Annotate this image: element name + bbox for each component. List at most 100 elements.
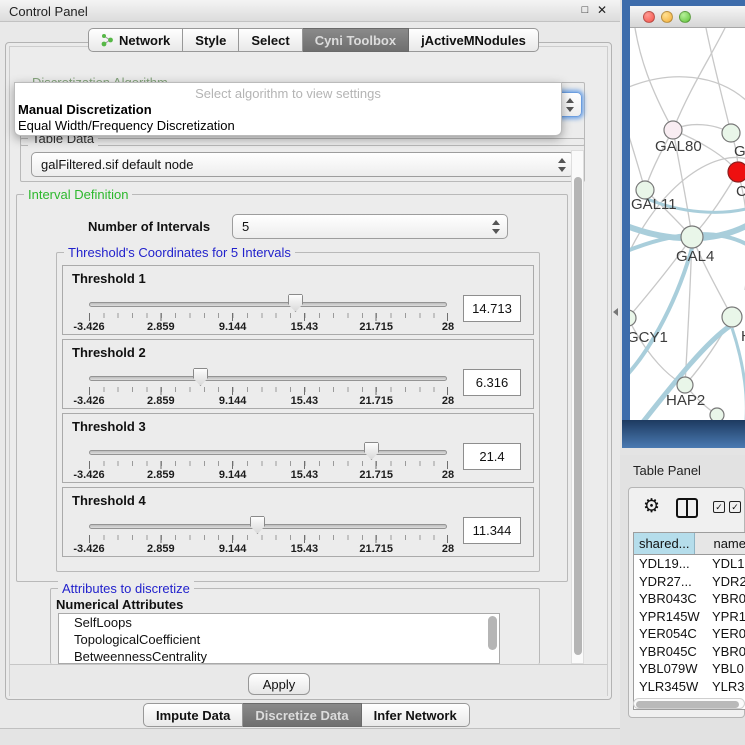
table-data-value: galFiltered.sif default node — [41, 157, 193, 172]
scrollbar-thumb[interactable] — [574, 177, 582, 655]
close-traffic-light-icon[interactable] — [643, 11, 655, 23]
network-canvas[interactable]: GAL80 GA C GAL11 GAL4 GCY1 H HAP2 — [630, 28, 745, 420]
apply-button[interactable]: Apply — [248, 673, 310, 695]
slider-scale: -3.426 2.859 9.144 15.43 21.715 28 — [89, 543, 448, 555]
table-data-combobox[interactable]: galFiltered.sif default node — [31, 152, 574, 177]
group-title: Interval Definition — [24, 187, 132, 202]
threshold-3-slider-thumb[interactable] — [364, 442, 379, 460]
slider-major-ticks — [89, 313, 448, 321]
group-table-data: Table Data galFiltered.sif default node — [20, 138, 585, 182]
threshold-label: Threshold 1 — [72, 271, 146, 286]
node-label-h: H — [741, 328, 745, 345]
table-row[interactable]: YLR345WYLR3 — [634, 678, 745, 696]
tab-impute-data[interactable]: Impute Data — [143, 703, 243, 727]
node-label-ga: GA — [734, 143, 745, 160]
float-window-icon[interactable]: □ — [578, 3, 592, 17]
checkbox-icon[interactable]: ✓ — [713, 501, 725, 513]
slider-scale: -3.426 2.859 9.144 15.43 21.715 28 — [89, 321, 448, 333]
threshold-3-value-field[interactable]: 21.4 — [463, 443, 521, 470]
table-toolbar: ⚙ ✓ ✓ — [629, 488, 744, 530]
network-window-titlebar[interactable] — [630, 6, 745, 28]
table-row[interactable]: YBL079WYBL0 — [634, 660, 745, 678]
gear-icon[interactable]: ⚙ — [643, 496, 660, 518]
close-icon[interactable]: ✕ — [595, 3, 609, 17]
tab-network[interactable]: Network — [88, 28, 183, 52]
tab-label: Style — [195, 33, 226, 48]
node-label-c: C — [736, 183, 745, 200]
table-row[interactable]: YPR145WYPR1 — [634, 608, 745, 626]
threshold-4-slider-track[interactable] — [89, 524, 447, 529]
table-row[interactable]: YBR043CYBR0 — [634, 590, 745, 608]
tab-label: jActiveMNodules — [421, 33, 526, 48]
tab-label: Impute Data — [156, 708, 230, 723]
tab-style[interactable]: Style — [183, 28, 239, 52]
scrollbar-thumb[interactable] — [636, 701, 739, 708]
threshold-2-slider-thumb[interactable] — [193, 368, 208, 386]
threshold-1-slider-track[interactable] — [89, 302, 447, 307]
zoom-traffic-light-icon[interactable] — [679, 11, 691, 23]
node-red-selected[interactable] — [728, 162, 745, 182]
threshold-label: Threshold 3 — [72, 419, 146, 434]
checkbox-icon[interactable]: ✓ — [729, 501, 741, 513]
threshold-1-value-field[interactable]: 14.713 — [463, 295, 521, 322]
network-graph — [630, 28, 745, 420]
settings-vertical-scrollbar[interactable] — [571, 150, 584, 664]
slider-major-ticks — [89, 461, 448, 469]
minimize-traffic-light-icon[interactable] — [661, 11, 673, 23]
algorithm-option-manual[interactable]: Manual Discretization — [18, 102, 152, 117]
threshold-4-slider-thumb[interactable] — [250, 516, 265, 534]
node-h[interactable] — [722, 307, 742, 327]
slider-major-ticks — [89, 387, 448, 395]
list-item[interactable]: BetweennessCentrality — [59, 648, 499, 664]
tab-label: Select — [251, 33, 289, 48]
numerical-attributes-label: Numerical Attributes — [56, 597, 183, 612]
table-panel-body: ⚙ ✓ ✓ shared... name YDL19...YDL1 YDR27.… — [628, 487, 745, 718]
node-hap2[interactable] — [677, 377, 693, 393]
numerical-attributes-list[interactable]: SelfLoops TopologicalCoefficient Between… — [58, 613, 500, 664]
list-scrollbar[interactable] — [488, 616, 497, 650]
group-title: Attributes to discretize — [58, 581, 194, 596]
group-title: Threshold's Coordinates for 5 Intervals — [64, 245, 295, 260]
table-row[interactable]: YDL19...YDL1 — [634, 555, 745, 573]
combo-stepper-icon — [565, 97, 574, 113]
node-ga[interactable] — [722, 124, 740, 142]
threshold-4-panel: Threshold 4 -3.426 2.859 9.144 15.43 21.… — [62, 487, 534, 557]
node-bottom[interactable] — [710, 408, 724, 420]
table-panel: Table Panel ⚙ ✓ ✓ shared... name YDL19..… — [620, 455, 745, 745]
control-panel-tabs: Network Style Select Cyni Toolbox jActiv… — [88, 28, 539, 52]
panel-splitter-arrow-icon[interactable] — [613, 308, 618, 316]
threshold-2-value-field[interactable]: 6.316 — [463, 369, 521, 396]
tab-infer-network[interactable]: Infer Network — [362, 703, 470, 727]
threshold-1-slider-thumb[interactable] — [288, 294, 303, 312]
table-row[interactable]: YER054CYER0 — [634, 625, 745, 643]
threshold-4-value-field[interactable]: 11.344 — [463, 517, 521, 544]
column-header-name[interactable]: name — [695, 533, 745, 554]
tab-cyni-toolbox[interactable]: Cyni Toolbox — [303, 28, 409, 52]
number-of-intervals-label: Number of Intervals — [88, 219, 210, 234]
tab-jactivemnodules[interactable]: jActiveMNodules — [409, 28, 539, 52]
algorithm-option-equal-width[interactable]: Equal Width/Frequency Discretization — [18, 118, 235, 133]
algorithm-hint: Select algorithm to view settings — [15, 86, 561, 101]
node-gal4[interactable] — [681, 226, 703, 248]
cyni-mode-tabs: Impute Data Discretize Data Infer Networ… — [143, 703, 470, 727]
node-attribute-table[interactable]: shared... name YDL19...YDL1 YDR27...YDR2… — [633, 532, 745, 710]
slider-scale: -3.426 2.859 9.144 15.43 21.715 28 — [89, 395, 448, 407]
threshold-3-slider-track[interactable] — [89, 450, 447, 455]
node-gcy1[interactable] — [630, 310, 636, 326]
tab-select[interactable]: Select — [239, 28, 302, 52]
tab-discretize-data[interactable]: Discretize Data — [243, 703, 361, 727]
tab-label: Infer Network — [374, 708, 457, 723]
table-row[interactable]: YDR27...YDR2 — [634, 573, 745, 591]
table-horizontal-scrollbar[interactable] — [633, 698, 745, 709]
threshold-2-panel: Threshold 2 -3.426 2.859 9.144 15.43 21.… — [62, 339, 534, 409]
threshold-1-panel: Threshold 1 -3.426 2.859 9.144 15.43 21.… — [62, 265, 534, 335]
table-row[interactable]: YBR045CYBR0 — [634, 643, 745, 661]
split-view-icon[interactable] — [676, 498, 698, 518]
list-item[interactable]: SelfLoops — [59, 614, 499, 631]
list-item[interactable]: TopologicalCoefficient — [59, 631, 499, 648]
number-of-intervals-combobox[interactable]: 5 — [232, 214, 508, 239]
threshold-2-slider-track[interactable] — [89, 376, 447, 381]
column-header-shared-name[interactable]: shared... — [634, 533, 695, 554]
panel-title: Control Panel — [9, 4, 88, 19]
node-gal80[interactable] — [664, 121, 682, 139]
